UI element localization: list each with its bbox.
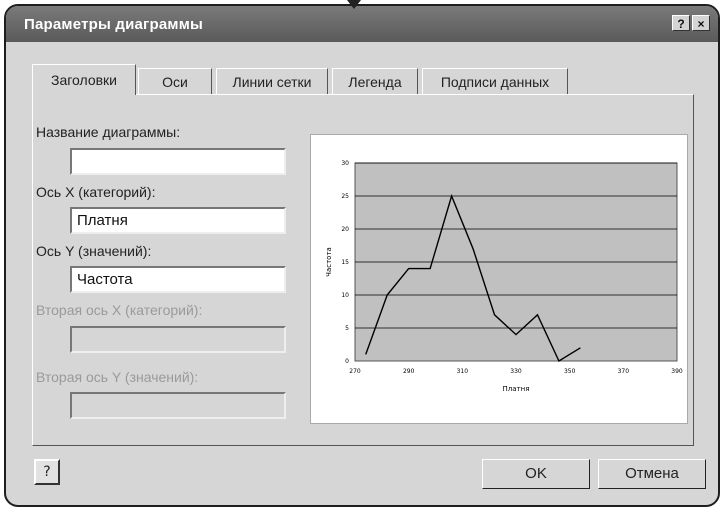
chart-preview: 0 5 10 15 20 25 30 270 290 310 330 350 370 390 Платня…	[310, 134, 688, 424]
x-tick-label: 370	[618, 368, 630, 375]
y-axis-label: Ось Y (значений):	[36, 243, 152, 259]
y-tick-label: 10	[341, 292, 349, 299]
secondary-x-axis-input	[70, 326, 286, 353]
chart-title-label: Название диаграммы:	[36, 124, 181, 140]
x-axis-title: Платня	[503, 385, 530, 393]
help-title-button[interactable]: ?	[672, 15, 690, 31]
chart-options-dialog: Параметры диаграммы ? × Заголовки Оси Ли…	[4, 4, 720, 507]
dialog-title: Параметры диаграммы	[24, 16, 203, 33]
tab-titles[interactable]: Заголовки	[32, 64, 136, 95]
close-button[interactable]: ×	[692, 15, 710, 31]
y-tick-label: 25	[341, 193, 349, 200]
y-tick-label: 20	[341, 226, 349, 233]
y-tick-label: 15	[341, 259, 349, 266]
tab-axes[interactable]: Оси	[138, 68, 212, 94]
help-button[interactable]: ?	[34, 459, 60, 485]
tab-data-labels[interactable]: Подписи данных	[422, 68, 568, 94]
y-axis-input[interactable]: Частота	[70, 266, 286, 293]
tab-legend[interactable]: Легенда	[332, 68, 418, 94]
x-axis-input[interactable]: Платня	[70, 207, 286, 234]
chart-title-input[interactable]	[70, 148, 286, 175]
ok-button[interactable]: OK	[482, 459, 590, 489]
x-tick-label: 330	[510, 368, 522, 375]
tab-gridlines[interactable]: Линии сетки	[216, 68, 328, 94]
y-tick-label: 30	[341, 160, 349, 167]
x-tick-label: 390	[671, 368, 683, 375]
callout-pointer	[347, 0, 361, 9]
cancel-button[interactable]: Отмена	[598, 459, 706, 489]
x-tick-label: 310	[457, 368, 469, 375]
y-tick-label: 5	[345, 325, 349, 332]
secondary-y-axis-label: Вторая ось Y (значений):	[36, 369, 199, 385]
x-axis-label: Ось X (категорий):	[36, 184, 156, 200]
preview-chart: 0 5 10 15 20 25 30 270 290 310 330 350 370 390 Платня…	[325, 160, 683, 393]
x-tick-label: 270	[349, 368, 361, 375]
secondary-y-axis-input	[70, 392, 286, 419]
title-bar: Параметры диаграммы ? ×	[6, 6, 718, 42]
x-tick-label: 290	[403, 368, 415, 375]
y-tick-label: 0	[345, 358, 349, 365]
x-tick-label: 350	[564, 368, 576, 375]
y-axis-title: Частота	[325, 247, 333, 277]
secondary-x-axis-label: Вторая ось X (категорий):	[36, 302, 203, 318]
